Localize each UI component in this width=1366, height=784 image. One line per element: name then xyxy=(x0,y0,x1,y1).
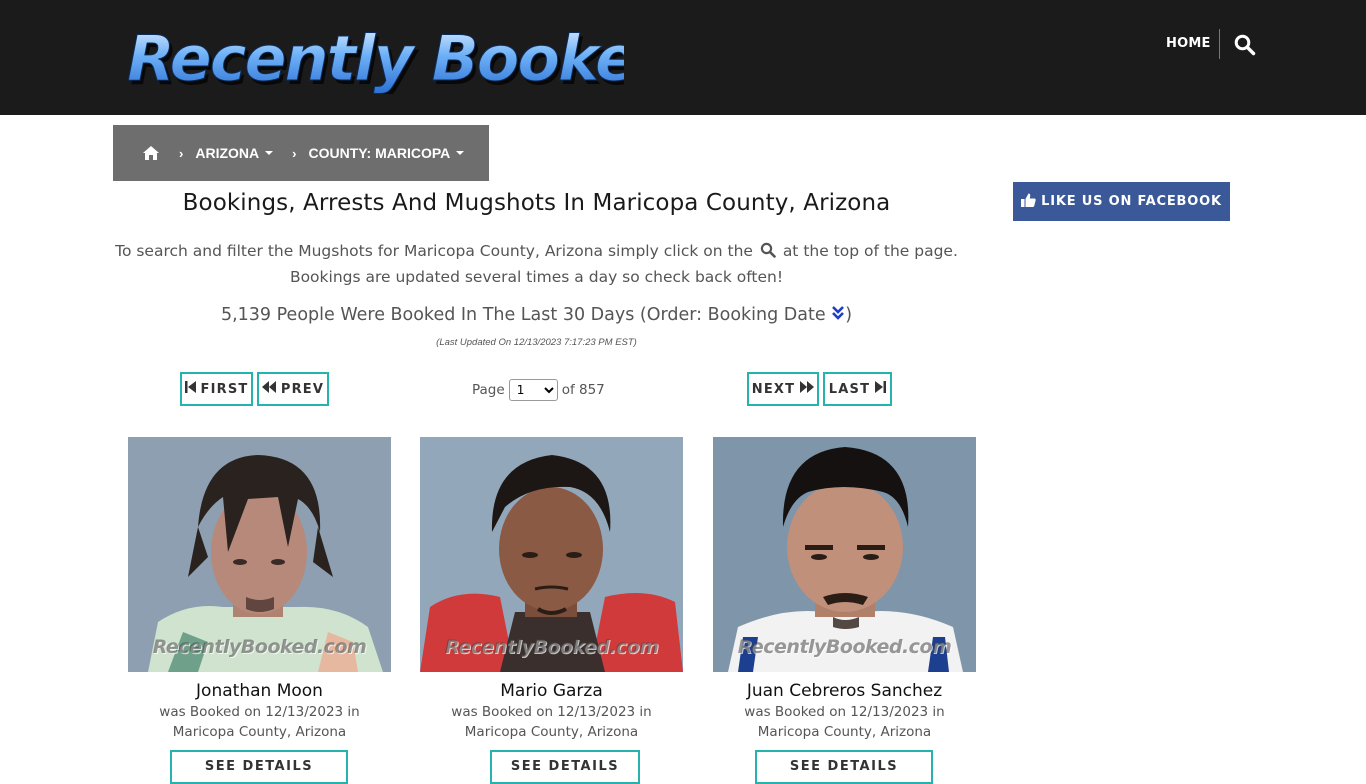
page-title: Bookings, Arrests And Mugshots In Marico… xyxy=(182,190,891,216)
person-name[interactable]: Juan Cebreros Sanchez xyxy=(713,681,976,701)
nav-divider xyxy=(1219,29,1220,59)
booking-card: RecentlyBooked.com Juan Cebreros Sanchez… xyxy=(713,437,976,784)
intro-text: To search and filter the Mugshots for Ma… xyxy=(113,238,960,290)
booking-count-text: 5,139 People Were Booked In The Last 30 … xyxy=(220,305,826,325)
booking-info-line2: Maricopa County, Arizona xyxy=(757,724,932,740)
last-page-label: LAST xyxy=(828,381,871,397)
logo-graphic: Recently Booked Recently Booked xyxy=(127,22,686,100)
page-prefix: Page xyxy=(472,382,505,398)
last-page-button[interactable]: LAST xyxy=(823,372,892,406)
logo-text: Recently Booked xyxy=(127,22,624,94)
person-name[interactable]: Jonathan Moon xyxy=(128,681,391,701)
booking-info: was Booked on 12/13/2023 in Maricopa Cou… xyxy=(128,702,391,742)
search-icon[interactable] xyxy=(1234,34,1256,56)
fast-forward-icon xyxy=(795,381,815,397)
booking-info-line2: Maricopa County, Arizona xyxy=(172,724,347,740)
see-details-button[interactable]: SEE DETAILS xyxy=(755,750,933,784)
booking-count-close: ) xyxy=(845,305,853,325)
facebook-like-label: LIKE US ON FACEBOOK xyxy=(1041,194,1222,209)
breadcrumb-county-label: COUNTY: MARICOPA xyxy=(308,145,451,161)
thumbs-up-icon xyxy=(1021,193,1041,211)
next-page-button[interactable]: NEXT xyxy=(747,372,819,406)
page-selector: Page 1 of 857 xyxy=(472,378,605,402)
mugshot-image[interactable]: RecentlyBooked.com xyxy=(128,437,391,672)
breadcrumb: › ARIZONA › COUNTY: MARICOPA xyxy=(113,125,489,181)
booking-card: RecentlyBooked.com Jonathan Moon was Boo… xyxy=(128,437,391,784)
prev-page-button[interactable]: PREV xyxy=(257,372,329,406)
page-number-select[interactable]: 1 xyxy=(508,379,558,401)
booking-info: was Booked on 12/13/2023 in Maricopa Cou… xyxy=(713,702,976,742)
watermark-text: RecentlyBooked.com xyxy=(152,636,367,658)
caret-down-icon xyxy=(265,151,274,155)
breadcrumb-county-dropdown[interactable]: COUNTY: MARICOPA xyxy=(308,145,465,161)
booking-info-line1: was Booked on 12/13/2023 in xyxy=(451,704,652,720)
skip-first-icon xyxy=(184,381,201,397)
booking-info-line1: was Booked on 12/13/2023 in xyxy=(159,704,360,720)
last-updated: (Last Updated On 12/13/2023 7:17:23 PM E… xyxy=(436,337,637,348)
next-page-label: NEXT xyxy=(751,381,796,397)
intro-line2: Bookings are updated several times a day… xyxy=(289,268,784,286)
first-page-button[interactable]: FIRST xyxy=(180,372,253,406)
booking-info: was Booked on 12/13/2023 in Maricopa Cou… xyxy=(420,702,683,742)
nav-home-link[interactable]: HOME xyxy=(1166,36,1211,51)
breadcrumb-state-dropdown[interactable]: ARIZONA xyxy=(195,145,274,161)
intro-part1: To search and filter the Mugshots for Ma… xyxy=(115,242,753,260)
facebook-like-button[interactable]: LIKE US ON FACEBOOK xyxy=(1013,182,1230,221)
caret-down-icon xyxy=(456,151,465,155)
see-details-button[interactable]: SEE DETAILS xyxy=(490,750,640,784)
intro-part2: at the top of the page. xyxy=(782,242,958,260)
watermark-text: RecentlyBooked.com xyxy=(444,636,659,658)
site-header: Recently Booked Recently Booked HOME xyxy=(0,0,1366,115)
double-chevron-down-icon[interactable] xyxy=(831,305,845,321)
rewind-icon xyxy=(261,381,281,397)
first-page-label: FIRST xyxy=(200,381,249,397)
page-suffix: of 857 xyxy=(561,382,605,398)
breadcrumb-state-label: ARIZONA xyxy=(195,145,260,161)
watermark-text: RecentlyBooked.com xyxy=(737,636,952,658)
booking-info-line2: Maricopa County, Arizona xyxy=(464,724,639,740)
prev-page-label: PREV xyxy=(280,381,325,397)
chevron-right-icon: › xyxy=(292,145,297,161)
booking-card: RecentlyBooked.com Mario Garza was Booke… xyxy=(420,437,683,784)
search-icon xyxy=(760,240,776,258)
skip-last-icon xyxy=(870,381,887,397)
person-name[interactable]: Mario Garza xyxy=(420,681,683,701)
home-icon[interactable] xyxy=(142,145,160,161)
booking-info-line1: was Booked on 12/13/2023 in xyxy=(744,704,945,720)
see-details-button[interactable]: SEE DETAILS xyxy=(170,750,348,784)
booking-count: 5,139 People Were Booked In The Last 30 … xyxy=(113,305,960,325)
mugshot-image[interactable]: RecentlyBooked.com xyxy=(420,437,683,672)
chevron-right-icon: › xyxy=(179,145,184,161)
site-logo[interactable]: Recently Booked Recently Booked xyxy=(124,18,686,100)
mugshot-image[interactable]: RecentlyBooked.com xyxy=(713,437,976,672)
